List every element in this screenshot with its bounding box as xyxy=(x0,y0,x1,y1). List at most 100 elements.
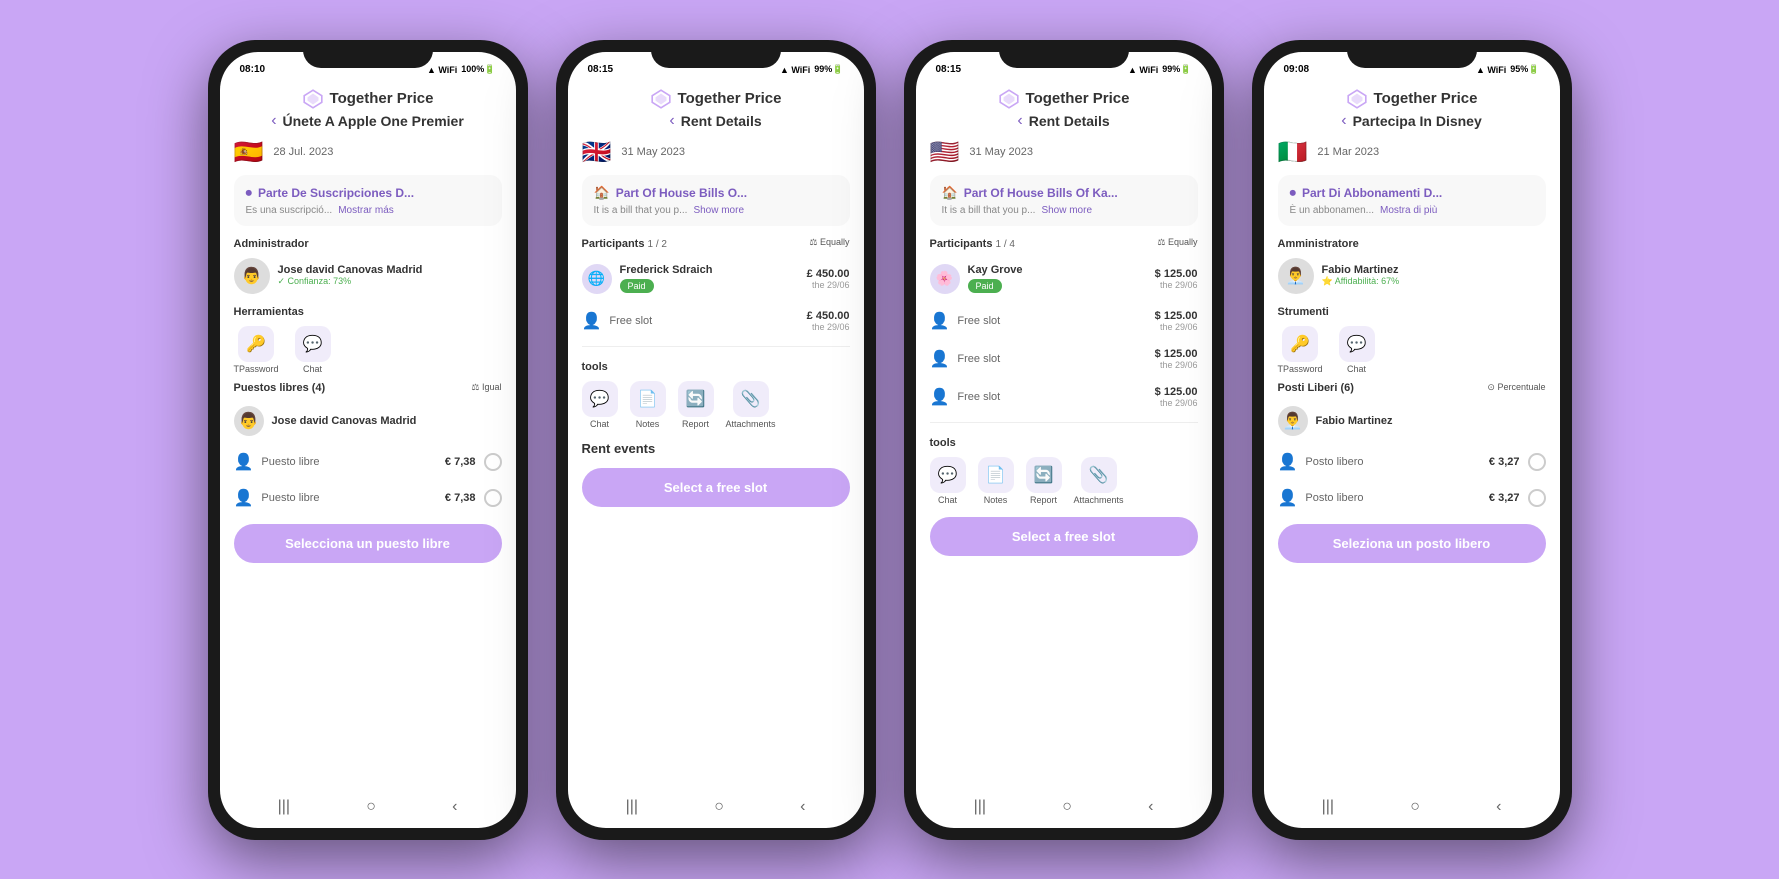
divider-2 xyxy=(582,346,850,347)
admin-badge-1: ✓ Confianza: 73% xyxy=(278,276,502,287)
tools-row-4: 🔑 TPassword 💬 Chat xyxy=(1278,326,1546,374)
flag-date-1: 🇪🇸 28 Jul. 2023 xyxy=(234,138,502,167)
tool-chat-1[interactable]: 💬 Chat xyxy=(295,326,331,374)
page-title-2: Rent Details xyxy=(681,113,762,129)
home-back-4[interactable]: ‹ xyxy=(1496,798,1501,816)
tool-chat-label-2: Chat xyxy=(590,419,609,429)
sub-desc-2: It is a bill that you p... xyxy=(594,205,688,216)
participant-avatar-1: 👨 xyxy=(234,406,264,436)
slot-checkbox-1b[interactable] xyxy=(484,489,502,507)
tool-notes-label-2: Notes xyxy=(636,419,660,429)
tool-chat-label-1: Chat xyxy=(303,364,322,374)
tool-attachments-2[interactable]: 📎 Attachments xyxy=(726,381,776,429)
back-btn-2[interactable]: ‹ xyxy=(669,112,674,130)
app-header-4: Together Price ‹ Partecipa In Disney xyxy=(1264,84,1560,138)
tool-tpassword-label-4: TPassword xyxy=(1278,364,1323,374)
slot-price-1b: € 7,38 xyxy=(445,492,476,504)
key-icon-4: 🔑 xyxy=(1282,326,1318,362)
slot-price-4a: € 3,27 xyxy=(1489,456,1520,468)
tools-label-3: tools xyxy=(930,437,1198,449)
slots-label-4: Posti Liberi (6) xyxy=(1278,382,1354,394)
select-btn-2[interactable]: Select a free slot xyxy=(582,468,850,507)
sub-title-4: Part Di Abbonamenti D... xyxy=(1302,186,1442,200)
flag-4: 🇮🇹 xyxy=(1278,138,1308,167)
free-slot-icon-1a: 👤 xyxy=(234,452,254,472)
home-lines-2: ||| xyxy=(626,798,638,816)
back-btn-1[interactable]: ‹ xyxy=(271,112,276,130)
select-btn-3[interactable]: Select a free slot xyxy=(930,517,1198,556)
avatar-4: 👨‍💼 xyxy=(1278,258,1314,294)
tools-label-2: tools xyxy=(582,361,850,373)
chat-icon-1: 💬 xyxy=(295,326,331,362)
free-slot-icon-4a: 👤 xyxy=(1278,452,1298,472)
free-slot-icon-3a: 👤 xyxy=(930,311,950,331)
slot-price-1a: € 7,38 xyxy=(445,456,476,468)
slot-price-4b: € 3,27 xyxy=(1489,492,1520,504)
home-circle-1[interactable]: ○ xyxy=(366,798,376,816)
tool-tpassword-1[interactable]: 🔑 TPassword xyxy=(234,326,279,374)
subscription-card-3: 🏠 Part Of House Bills Of Ka... It is a b… xyxy=(930,175,1198,226)
page-title-3: Rent Details xyxy=(1029,113,1110,129)
signal-2: ▲ WiFi xyxy=(780,65,810,75)
home-lines-3: ||| xyxy=(974,798,986,816)
home-back-3[interactable]: ‹ xyxy=(1148,798,1153,816)
phone-2: 08:15 ▲ WiFi 99%🔋 Together Price ‹ Rent … xyxy=(556,40,876,840)
home-circle-3[interactable]: ○ xyxy=(1062,798,1072,816)
slot-name-1b: Puesto libre xyxy=(261,492,436,504)
slot-checkbox-4b[interactable] xyxy=(1528,489,1546,507)
date-3: 31 May 2023 xyxy=(969,146,1033,158)
tool-report-label-3: Report xyxy=(1030,495,1057,505)
participant-avatar-3a: 🌸 xyxy=(930,264,960,294)
show-more-2[interactable]: Show more xyxy=(693,205,744,216)
equally-badge-1: ⚖ Igual xyxy=(471,382,501,393)
free-slot-icon-4b: 👤 xyxy=(1278,488,1298,508)
attachments-icon-3: 📎 xyxy=(1081,457,1117,493)
home-back-1[interactable]: ‹ xyxy=(452,798,457,816)
date-2: 31 May 2023 xyxy=(621,146,685,158)
tool-tpassword-4[interactable]: 🔑 TPassword xyxy=(1278,326,1323,374)
slot-checkbox-4a[interactable] xyxy=(1528,453,1546,471)
home-circle-4[interactable]: ○ xyxy=(1410,798,1420,816)
home-back-2[interactable]: ‹ xyxy=(800,798,805,816)
tool-chat-2[interactable]: 💬 Chat xyxy=(582,381,618,429)
show-more-4[interactable]: Mostra di più xyxy=(1380,205,1437,216)
date-4: 21 Mar 2023 xyxy=(1317,146,1379,158)
slot-name-4a: Posto libero xyxy=(1305,456,1480,468)
tool-notes-3[interactable]: 📄 Notes xyxy=(978,457,1014,505)
select-btn-1[interactable]: Selecciona un puesto libre xyxy=(234,524,502,563)
app-header-2: Together Price ‹ Rent Details xyxy=(568,84,864,138)
slots-header-1: Puestos libres (4) ⚖ Igual xyxy=(234,382,502,394)
slot-price-3a: $ 125.00 xyxy=(1155,310,1198,322)
flag-date-3: 🇺🇸 31 May 2023 xyxy=(930,138,1198,167)
participants-label-3: Participants xyxy=(930,238,996,250)
tool-chat-4[interactable]: 💬 Chat xyxy=(1339,326,1375,374)
tool-report-2[interactable]: 🔄 Report xyxy=(678,381,714,429)
back-btn-4[interactable]: ‹ xyxy=(1341,112,1346,130)
back-btn-3[interactable]: ‹ xyxy=(1017,112,1022,130)
home-circle-2[interactable]: ○ xyxy=(714,798,724,816)
home-bar-3: ||| ○ ‹ xyxy=(916,790,1212,828)
tool-attachments-3[interactable]: 📎 Attachments xyxy=(1074,457,1124,505)
battery-2: 99%🔋 xyxy=(814,64,843,75)
signal-1: ▲ WiFi xyxy=(427,65,457,75)
participant-name-2a: Frederick Sdraich xyxy=(620,264,799,276)
time-1: 08:10 xyxy=(240,64,266,75)
slot-price-2a: £ 450.00 xyxy=(807,310,850,322)
attachments-icon-2: 📎 xyxy=(733,381,769,417)
participant-name-4: Fabio Martinez xyxy=(1316,415,1546,427)
page-title-1: Únete A Apple One Premier xyxy=(283,113,464,129)
sub-desc-3: It is a bill that you p... xyxy=(942,205,1036,216)
home-bar-4: ||| ○ ‹ xyxy=(1264,790,1560,828)
show-more-1[interactable]: Mostrar más xyxy=(338,205,394,216)
show-more-3[interactable]: Show more xyxy=(1041,205,1092,216)
tool-chat-3[interactable]: 💬 Chat xyxy=(930,457,966,505)
select-btn-4[interactable]: Seleziona un posto libero xyxy=(1278,524,1546,563)
slot-checkbox-1a[interactable] xyxy=(484,453,502,471)
tool-notes-2[interactable]: 📄 Notes xyxy=(630,381,666,429)
sub-desc-1: Es una suscripció... xyxy=(246,205,333,216)
tool-attachments-label-3: Attachments xyxy=(1074,495,1124,505)
tools-grid-2: 💬 Chat 📄 Notes 🔄 Report 📎 Attachments xyxy=(582,381,850,429)
tool-report-3[interactable]: 🔄 Report xyxy=(1026,457,1062,505)
participants-count-3: 1 / 4 xyxy=(996,239,1015,250)
subscription-card-2: 🏠 Part Of House Bills O... It is a bill … xyxy=(582,175,850,226)
